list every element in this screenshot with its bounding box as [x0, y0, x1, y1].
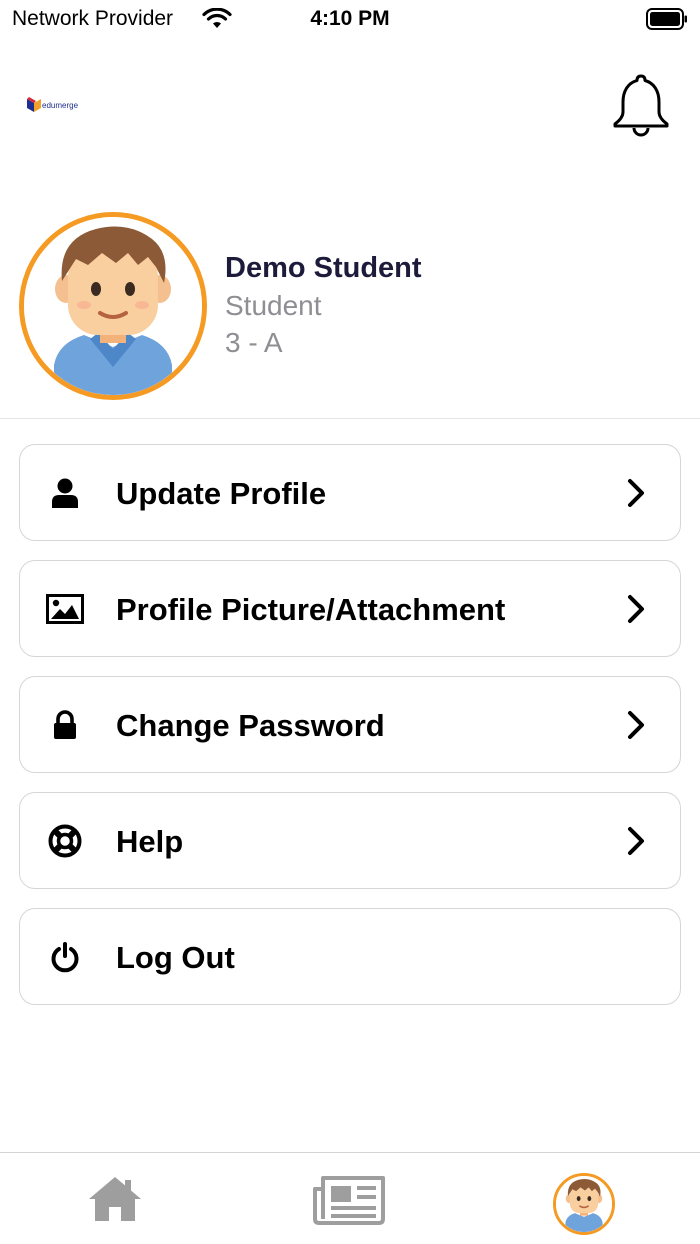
chevron-right-icon	[626, 594, 646, 629]
chevron-right-icon	[626, 826, 646, 861]
user-icon	[46, 475, 84, 511]
profile-role: Student	[225, 290, 322, 321]
lifebuoy-icon	[46, 823, 84, 859]
image-icon	[46, 591, 84, 627]
profile-class: 3 - A	[225, 327, 283, 358]
edumerge-logo: edumerge	[26, 96, 92, 114]
chevron-right-icon	[626, 710, 646, 745]
clock: 4:10 PM	[310, 7, 390, 30]
menu-label: Profile Picture/Attachment	[116, 592, 506, 627]
home-icon[interactable]	[87, 1175, 143, 1228]
menu-label: Log Out	[116, 940, 235, 975]
newspaper-icon[interactable]	[313, 1175, 385, 1230]
battery-icon	[646, 8, 688, 35]
divider	[0, 418, 700, 419]
tab-bar	[0, 1152, 700, 1244]
power-icon	[46, 939, 84, 975]
logo-text: edumerge	[42, 101, 79, 110]
menu-item-update-profile[interactable]: Update Profile	[19, 444, 681, 541]
chevron-right-icon	[626, 478, 646, 513]
status-bar: Network Provider 4:10 PM	[0, 0, 700, 40]
profile-name: Demo Student	[225, 252, 422, 284]
menu-label: Change Password	[116, 708, 385, 743]
menu-item-log-out[interactable]: Log Out	[19, 908, 681, 1005]
menu-item-change-password[interactable]: Change Password	[19, 676, 681, 773]
menu-item-profile-picture[interactable]: Profile Picture/Attachment	[19, 560, 681, 657]
menu-label: Update Profile	[116, 476, 327, 511]
menu-item-help[interactable]: Help	[19, 792, 681, 889]
lock-icon	[46, 707, 84, 743]
avatar-icon[interactable]	[553, 1173, 615, 1235]
avatar[interactable]	[19, 212, 207, 400]
menu-label: Help	[116, 824, 184, 859]
bell-icon[interactable]	[612, 72, 670, 138]
